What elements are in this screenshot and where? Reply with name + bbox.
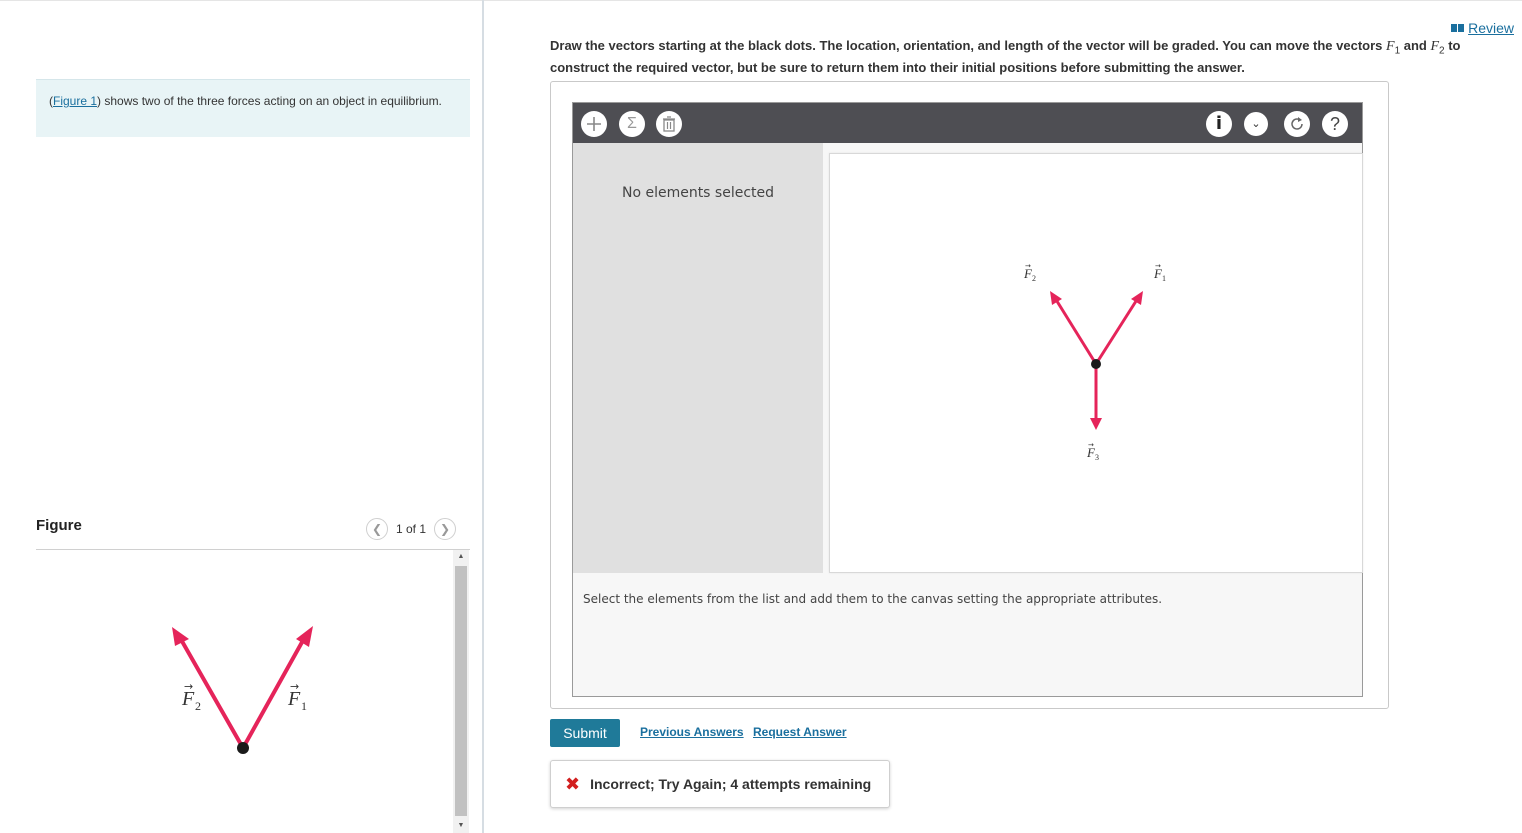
tool-hint: Select the elements from the list and ad…	[583, 592, 1163, 606]
figure-title: Figure	[36, 517, 82, 534]
canvas-arrowhead-f3	[1090, 418, 1102, 430]
submit-button[interactable]: Submit	[550, 719, 620, 747]
figure-area: F 2 → F 1 →	[36, 550, 456, 833]
sigma-icon: Σ	[627, 115, 637, 132]
review-link[interactable]: Review	[1451, 20, 1514, 36]
figure-diagram: F 2 → F 1 →	[172, 626, 313, 754]
info-button[interactable]: i	[1206, 111, 1232, 137]
instructions: Draw the vectors starting at the black d…	[550, 38, 1480, 76]
pager-text: 1 of 1	[396, 522, 427, 536]
delete-button[interactable]	[656, 111, 682, 137]
column-divider	[482, 0, 484, 833]
canvas-vectors: F 2 → F 1 → F 3 →	[1023, 262, 1166, 462]
figure-arrowhead-f2	[172, 627, 189, 646]
book-icon	[1451, 24, 1465, 32]
top-rule	[0, 0, 1522, 1]
instructions-text-1: Draw the vectors starting at the black d…	[550, 38, 1387, 53]
figure-origin-dot	[237, 742, 249, 754]
element-list-panel: No elements selected	[573, 143, 823, 573]
feedback-box: ✖ Incorrect; Try Again; 4 attempts remai…	[550, 760, 890, 808]
reset-icon	[1291, 117, 1303, 130]
figure-label-f2-arrow: →	[184, 680, 193, 693]
info-icon: i	[1215, 113, 1223, 134]
figure-link[interactable]: Figure 1	[53, 94, 97, 108]
help-button[interactable]: ?	[1322, 111, 1348, 137]
canvas-vector-f1	[1094, 297, 1140, 365]
canvas-arrowhead-f2	[1050, 291, 1062, 305]
canvas-label-f2-arrow: →	[1025, 262, 1031, 270]
help-icon: ?	[1329, 114, 1340, 134]
figure-label-f1-arrow: →	[290, 680, 299, 693]
no-selection-text: No elements selected	[621, 185, 775, 201]
next-figure-button[interactable]: ❯	[434, 518, 457, 540]
options-dropdown[interactable]: ⌄	[1244, 112, 1268, 136]
incorrect-icon: ✖	[565, 773, 581, 794]
trash-icon	[663, 116, 675, 132]
figure-pager: ❮ 1 of 1 ❯	[366, 518, 457, 540]
canvas-arrowhead-f1	[1131, 291, 1143, 305]
figure-label-f1-sub: 1	[301, 699, 307, 713]
intro-text: shows two of the three forces acting on …	[104, 94, 442, 108]
canvas-label-f2-sub: 2	[1032, 274, 1036, 283]
plus-icon	[587, 117, 601, 131]
vector-drawing-tool: Σ i ⌄ ? No elements selected F 2 → F 1 →…	[572, 102, 1363, 697]
reset-button[interactable]	[1284, 111, 1310, 137]
figure-scrollbar[interactable]: ▲ ▼	[453, 550, 469, 833]
canvas-label-f3-sub: 3	[1095, 453, 1099, 462]
sum-vectors-button[interactable]: Σ	[619, 111, 645, 137]
instructions-f2: F	[1430, 39, 1440, 54]
instructions-and: and	[1400, 38, 1431, 53]
canvas-vector-f2	[1053, 297, 1098, 365]
add-element-button[interactable]	[581, 111, 607, 137]
scroll-up-arrow[interactable]: ▲	[453, 550, 469, 564]
canvas-origin-dot	[1091, 359, 1101, 369]
request-answer-link[interactable]: Request Answer	[753, 725, 847, 739]
feedback-text: Incorrect; Try Again; 4 attempts remaini…	[590, 776, 872, 792]
canvas-label-f3-arrow: →	[1088, 441, 1094, 449]
scroll-thumb[interactable]	[455, 566, 467, 816]
tool-toolbar: Σ i ⌄ ?	[573, 103, 1362, 143]
drawing-canvas[interactable]: F 2 → F 1 → F 3 →	[829, 153, 1363, 573]
previous-answers-link[interactable]: Previous Answers	[640, 725, 744, 739]
figure-label-f2-sub: 2	[195, 699, 201, 713]
instructions-f1: F	[1386, 39, 1395, 54]
prev-figure-button[interactable]: ❮	[366, 518, 388, 540]
scroll-down-arrow[interactable]: ▼	[453, 819, 469, 833]
intro-box: (Figure 1) shows two of the three forces…	[36, 79, 470, 137]
canvas-label-f1-sub: 1	[1162, 274, 1166, 283]
figure-arrowhead-f1	[296, 626, 313, 647]
review-label: Review	[1468, 20, 1514, 36]
chevron-down-icon: ⌄	[1251, 117, 1261, 130]
canvas-label-f1-arrow: →	[1155, 262, 1161, 270]
